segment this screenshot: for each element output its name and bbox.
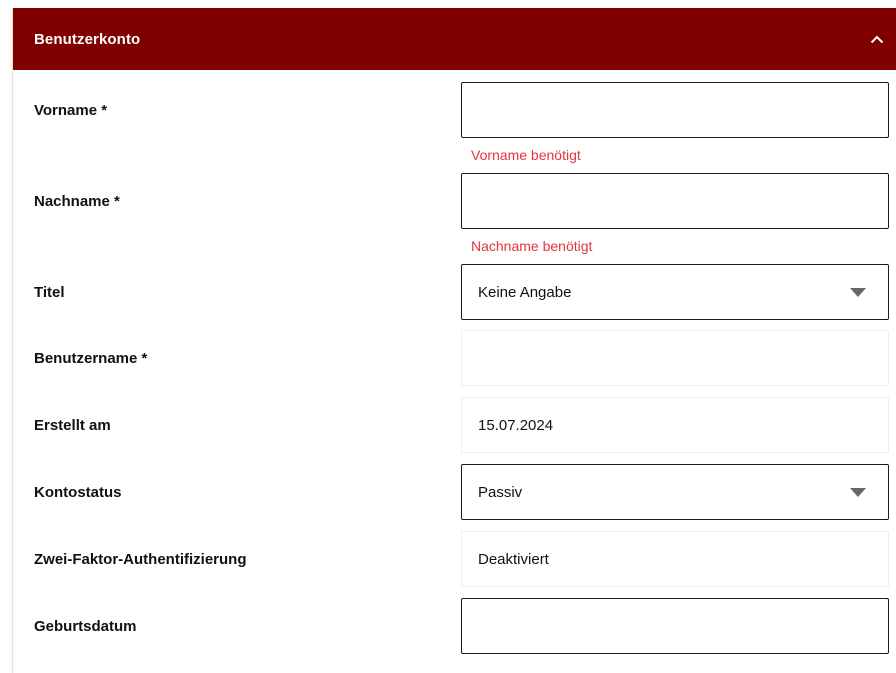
benutzername-label: Benutzername *	[34, 349, 148, 367]
nachname-label: Nachname *	[34, 192, 120, 210]
vorname-label: Vorname *	[34, 101, 108, 119]
nachname-input[interactable]	[461, 173, 889, 229]
titel-select[interactable]: Keine Angabe	[461, 264, 889, 320]
geburtsdatum-label: Geburtsdatum	[34, 617, 137, 635]
benutzername-field	[461, 330, 889, 386]
panel-title: Benutzerkonto	[34, 30, 141, 48]
kontostatus-select-value: Passiv	[478, 483, 523, 501]
erstellt-am-value: 15.07.2024	[461, 397, 889, 453]
erstellt-am-row: Erstellt am 15.07.2024	[13, 397, 896, 453]
vorname-error: Vorname benötigt	[471, 147, 581, 163]
nachname-row: Nachname *	[13, 173, 896, 229]
titel-select-value: Keine Angabe	[478, 283, 572, 301]
dropdown-arrow-icon	[850, 287, 866, 297]
dropdown-arrow-icon	[850, 487, 866, 497]
zwei-faktor-row: Zwei-Faktor-Authentifizierung Deaktivier…	[13, 531, 896, 587]
vorname-input[interactable]	[461, 82, 889, 138]
panel-header[interactable]: Benutzerkonto	[13, 8, 896, 70]
erstellt-am-label: Erstellt am	[34, 416, 111, 434]
chevron-up-icon[interactable]	[867, 29, 887, 49]
titel-row: Titel Keine Angabe	[13, 264, 896, 320]
benutzername-row: Benutzername *	[13, 330, 896, 386]
vorname-row: Vorname *	[13, 82, 896, 138]
zwei-faktor-value: Deaktiviert	[461, 531, 889, 587]
benutzerkonto-panel: Benutzerkonto Vorname * Vorname benötigt…	[12, 8, 896, 673]
nachname-error: Nachname benötigt	[471, 238, 593, 254]
geburtsdatum-input[interactable]	[461, 598, 889, 654]
kontostatus-select[interactable]: Passiv	[461, 464, 889, 520]
kontostatus-label: Kontostatus	[34, 483, 122, 501]
titel-label: Titel	[34, 283, 65, 301]
kontostatus-row: Kontostatus Passiv	[13, 464, 896, 520]
zwei-faktor-label: Zwei-Faktor-Authentifizierung	[34, 550, 247, 568]
geburtsdatum-row: Geburtsdatum	[13, 598, 896, 654]
